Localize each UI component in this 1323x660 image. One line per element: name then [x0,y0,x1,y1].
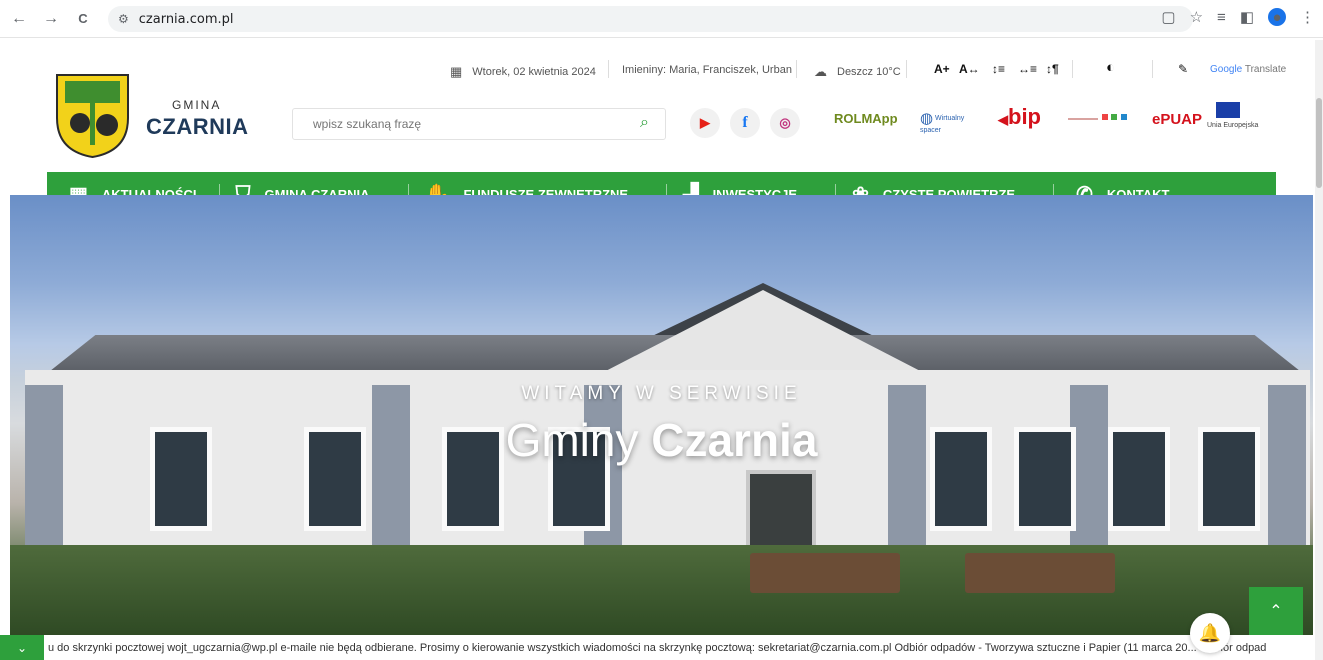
search-icon[interactable]: ⌕ [640,114,649,132]
site-info-icon[interactable]: ⚙ [118,12,129,26]
reading-list-icon[interactable]: ≡ [1217,9,1226,26]
hero-title-light: Gminy [505,414,652,466]
calendar-icon: ▦ [450,64,463,79]
hero-title: Gminy Czarnia [10,413,1313,467]
address-bar[interactable]: ⚙ czarnia.com.pl [108,6,1193,32]
letter-spacing-button[interactable]: A↔ [959,62,980,76]
site-header: GMINA CZARNIA ▦ Wtorek, 02 kwietnia 2024… [0,38,1323,172]
ticker-collapse-button[interactable]: ⌄ [0,635,44,660]
side-panel-icon[interactable]: ◧ [1240,8,1254,26]
paragraph-spacing-icon[interactable]: ↕¶ [1046,62,1059,76]
chevron-down-icon: ⌄ [16,640,28,655]
forward-icon[interactable]: → [38,6,64,32]
scrollbar-thumb[interactable] [1316,98,1322,188]
back-icon[interactable]: ← [6,6,32,32]
instagram-icon[interactable]: ◎ [770,108,800,138]
gison-logo[interactable] [1068,108,1130,130]
translate-icon[interactable]: ✎ [1178,62,1188,76]
chevron-up-icon: ⌃ [1269,603,1283,620]
hero-subtitle: WITAMY W SERWISIE [521,383,802,404]
install-app-icon[interactable]: ▢ [1161,8,1175,26]
globe-icon: ◍ [920,110,934,127]
contrast-icon[interactable]: ◐ [1106,59,1115,76]
epuap-logo[interactable]: ePUAP [1152,111,1202,128]
news-ticker: ⌄ u do skrzynki pocztowej wojt_ugczarnia… [0,635,1323,660]
bip-icon: ◀ [998,112,1008,127]
nameday-text: Imieniny: Maria, Franciszek, Urban [622,64,792,76]
date-text: Wtorek, 02 kwietnia 2024 [472,66,596,78]
eu-label: Unia Europejska [1207,122,1259,129]
word-spacing-icon[interactable]: ↔≡ [1018,62,1037,76]
weather-display: ☁ Deszcz 10°C [814,64,901,80]
translate-prefix: Google [1210,64,1243,75]
rain-cloud-icon: ☁ [814,64,827,79]
scroll-to-top-button[interactable]: ⌃ [1249,587,1303,635]
date-display: ▦ Wtorek, 02 kwietnia 2024 [450,64,596,80]
browser-toolbar: ← → C ⚙ czarnia.com.pl ▢ ☆ ≡ ◧ ● ⋮ [0,0,1323,38]
facebook-icon[interactable]: f [730,108,760,138]
bookmark-star-icon[interactable]: ☆ [1190,8,1203,26]
bip-logo[interactable]: ◀bip [998,104,1041,130]
menu-kebab-icon[interactable]: ⋮ [1300,8,1315,26]
url-text: czarnia.com.pl [138,11,234,27]
bip-text: bip [1008,104,1041,129]
line-height-icon[interactable]: ↕≡ [992,62,1005,76]
coat-of-arms-icon[interactable] [55,73,130,159]
logo-title[interactable]: CZARNIA [146,114,249,140]
rolmapp-logo[interactable]: ROLMApp [834,111,898,126]
reload-icon[interactable]: C [70,6,96,32]
page-scrollbar[interactable] [1315,40,1323,660]
profile-avatar-icon[interactable]: ● [1268,8,1286,26]
logo-subtitle: GMINA [172,98,222,112]
youtube-icon[interactable]: ▶ [690,108,720,138]
search-input[interactable] [293,109,613,139]
translate-word: Translate [1244,64,1287,75]
hero-photo-gable [598,290,928,375]
virtual-tour-logo[interactable]: ◍ Wirtualny spacer [920,109,985,134]
font-larger-button[interactable]: A+ [934,62,950,76]
hero-title-bold: Czarnia [651,414,818,466]
weather-text: Deszcz 10°C [837,66,901,78]
google-translate-link[interactable]: Google Translate [1210,64,1286,75]
notification-bell-icon[interactable]: 🔔 [1190,613,1230,653]
hero-photo-bench [750,553,900,593]
eu-flag-icon[interactable] [1216,102,1240,118]
hero-banner: WITAMY W SERWISIE Gminy Czarnia [10,195,1313,635]
ticker-text[interactable]: u do skrzynki pocztowej wojt_ugczarnia@w… [44,642,1266,654]
search-box: ⌕ [292,108,666,140]
hero-photo-greenery [10,545,1313,635]
hero-photo-bench [965,553,1115,593]
